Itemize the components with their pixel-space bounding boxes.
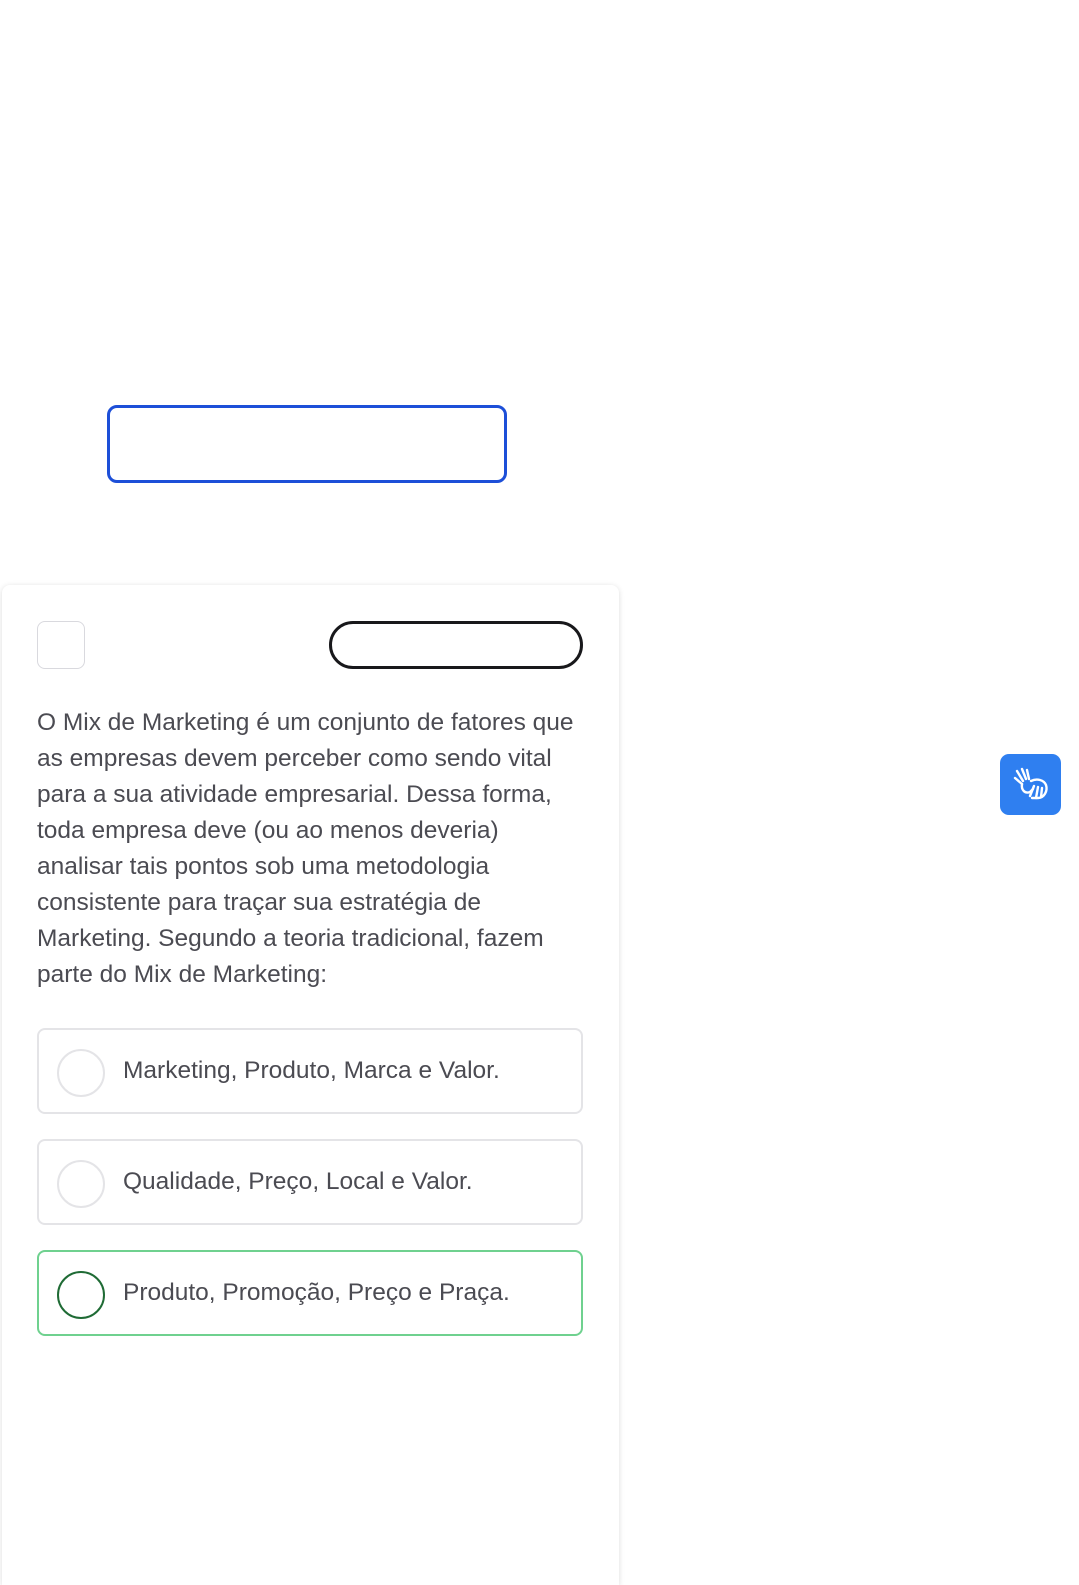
question-pill-button[interactable]	[329, 621, 583, 669]
radio-button[interactable]	[57, 1160, 105, 1208]
answer-option-label: Marketing, Produto, Marca e Valor.	[123, 1057, 500, 1084]
answer-option-a[interactable]: Marketing, Produto, Marca e Valor.	[37, 1028, 583, 1114]
question-card: O Mix de Marketing é um conjunto de fato…	[2, 585, 619, 1585]
answer-option-label: Produto, Promoção, Preço e Praça.	[123, 1279, 510, 1306]
answer-option-c[interactable]: Produto, Promoção, Preço e Praça.	[37, 1250, 583, 1336]
question-checkbox[interactable]	[37, 621, 85, 669]
answer-option-b[interactable]: Qualidade, Preço, Local e Valor.	[37, 1139, 583, 1225]
radio-button[interactable]	[57, 1049, 105, 1097]
radio-button[interactable]	[57, 1271, 105, 1319]
question-text: O Mix de Marketing é um conjunto de fato…	[37, 709, 574, 988]
sign-language-button[interactable]	[1000, 754, 1061, 815]
focused-input-box[interactable]	[107, 405, 507, 483]
sign-language-hands-icon	[1013, 767, 1048, 799]
answer-option-label: Qualidade, Preço, Local e Valor.	[123, 1168, 473, 1195]
